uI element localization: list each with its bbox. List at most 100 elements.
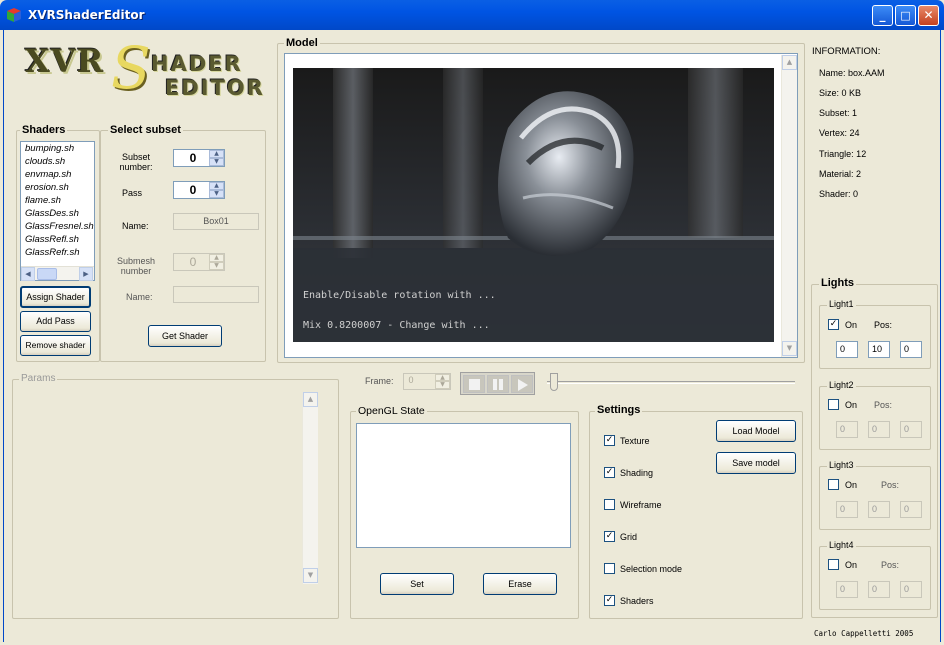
frame-slider-track[interactable] xyxy=(547,381,795,384)
light2-on-label: On xyxy=(845,400,858,410)
light2-group xyxy=(819,386,931,450)
light4-title: Light4 xyxy=(827,540,856,550)
texture-label: Texture xyxy=(620,436,650,446)
model-v-scrollbar[interactable]: ▲ ▼ xyxy=(781,55,797,357)
spin-down-icon: ▼ xyxy=(209,262,224,270)
get-shader-label: Get Shader xyxy=(161,331,209,341)
erase-label: Erase xyxy=(508,579,532,589)
list-item[interactable]: bumping.sh xyxy=(21,142,94,155)
scroll-down-button[interactable]: ▼ xyxy=(782,341,797,356)
get-shader-button[interactable]: Get Shader xyxy=(148,325,222,347)
maximize-button[interactable]: □ xyxy=(895,5,916,26)
light4-on-checkbox[interactable] xyxy=(828,559,839,570)
light1-on-checkbox[interactable]: ✓ xyxy=(828,319,839,330)
light2-on-checkbox[interactable] xyxy=(828,399,839,410)
save-model-button[interactable]: Save model xyxy=(716,452,796,474)
pause-icon xyxy=(493,379,497,390)
set-button[interactable]: Set xyxy=(380,573,454,595)
erase-button[interactable]: Erase xyxy=(483,573,557,595)
spin-down-icon[interactable]: ▼ xyxy=(209,190,224,198)
frame-slider-thumb[interactable] xyxy=(550,373,558,391)
opengl-state-title: OpenGL State xyxy=(356,405,427,417)
spin-up-icon: ▲ xyxy=(209,254,224,262)
wireframe-checkbox[interactable] xyxy=(604,499,615,510)
stop-button[interactable] xyxy=(463,375,485,393)
light4-on-label: On xyxy=(845,560,858,570)
scroll-left-button[interactable]: ◀ xyxy=(21,267,35,281)
scroll-up-button[interactable]: ▲ xyxy=(303,392,318,407)
frame-label: Frame: xyxy=(365,376,394,386)
grid-checkbox[interactable]: ✓ xyxy=(604,531,615,542)
pass-label: Pass xyxy=(122,188,143,198)
light1-pos-z[interactable]: 0 xyxy=(900,341,922,358)
spin-up-icon[interactable]: ▲ xyxy=(209,182,224,190)
logo-xvr: XVR xyxy=(25,42,105,80)
light2-pos-z: 0 xyxy=(900,421,922,438)
light3-pos-x: 0 xyxy=(836,501,858,518)
light3-on-checkbox[interactable] xyxy=(828,479,839,490)
params-v-scrollbar[interactable]: ▲ ▼ xyxy=(302,392,318,584)
light3-pos-z: 0 xyxy=(900,501,922,518)
load-model-button[interactable]: Load Model xyxy=(716,420,796,442)
title-bar[interactable]: XVRShaderEditor _ □ ✕ xyxy=(0,0,944,30)
list-item[interactable]: GlassDes.sh xyxy=(21,207,94,220)
light3-group xyxy=(819,466,931,530)
list-h-scrollbar[interactable]: ◀ ▶ xyxy=(21,266,94,281)
assign-shader-label: Assign Shader xyxy=(26,292,85,302)
logo-s: S xyxy=(111,34,151,102)
list-item[interactable]: GlassFresnel.sh xyxy=(21,220,94,233)
scroll-right-button[interactable]: ▶ xyxy=(79,267,93,281)
texture-checkbox[interactable]: ✓ xyxy=(604,435,615,446)
assign-shader-button[interactable]: Assign Shader xyxy=(20,286,91,308)
light1-pos-y[interactable]: 10 xyxy=(868,341,890,358)
scroll-down-button[interactable]: ▼ xyxy=(303,568,318,583)
app-icon xyxy=(7,8,21,22)
shaders-setting-label: Shaders xyxy=(620,596,654,606)
name-label: Name: xyxy=(122,221,149,231)
model-viewport[interactable]: Enable/Disable rotation with ... Mix 0.8… xyxy=(293,68,774,342)
add-pass-label: Add Pass xyxy=(36,316,75,326)
minimize-button[interactable]: _ xyxy=(872,5,893,26)
add-pass-button[interactable]: Add Pass xyxy=(20,311,91,332)
close-button[interactable]: ✕ xyxy=(918,5,939,26)
pass-spinner[interactable]: 0 ▲ ▼ xyxy=(173,181,225,199)
shaders-checkbox[interactable]: ✓ xyxy=(604,595,615,606)
list-item[interactable]: clouds.sh xyxy=(21,155,94,168)
light4-pos-y: 0 xyxy=(868,581,890,598)
list-item[interactable]: flame.sh xyxy=(21,194,94,207)
info-size: Size: 0 KB xyxy=(819,88,862,98)
light2-title: Light2 xyxy=(827,380,856,390)
credit-text: Carlo Cappelletti 2005 xyxy=(814,629,914,638)
pause-button[interactable] xyxy=(487,375,509,393)
scroll-thumb[interactable] xyxy=(37,268,57,280)
playback-controls xyxy=(460,372,535,395)
subset-number-value: 0 xyxy=(189,151,197,165)
info-vertex: Vertex: 24 xyxy=(819,128,860,138)
window-title: XVRShaderEditor xyxy=(28,8,145,22)
selection-mode-checkbox[interactable] xyxy=(604,563,615,574)
opengl-state-textarea[interactable] xyxy=(356,423,571,548)
spin-down-icon: ▼ xyxy=(435,381,450,389)
shading-checkbox[interactable]: ✓ xyxy=(604,467,615,478)
remove-shader-button[interactable]: Remove shader xyxy=(20,335,91,356)
list-item[interactable]: GlassRefr.sh xyxy=(21,246,94,259)
spin-up-icon: ▲ xyxy=(435,374,450,381)
play-button[interactable] xyxy=(511,375,533,393)
submesh-number-label: Submesh number xyxy=(116,256,156,276)
logo-editor: EDITOR xyxy=(165,76,265,100)
light2-pos-y: 0 xyxy=(868,421,890,438)
subset-number-spinner[interactable]: 0 ▲ ▼ xyxy=(173,149,225,167)
load-model-label: Load Model xyxy=(732,426,780,436)
list-item[interactable]: GlassRefl.sh xyxy=(21,233,94,246)
info-name: Name: box.AAM xyxy=(819,68,885,78)
light1-pos-x[interactable]: 0 xyxy=(836,341,858,358)
submesh-number-spinner: 0 ▲ ▼ xyxy=(173,253,225,271)
shader-list[interactable]: bumping.sh clouds.sh envmap.sh erosion.s… xyxy=(20,141,95,281)
list-item[interactable]: erosion.sh xyxy=(21,181,94,194)
select-subset-title: Select subset xyxy=(108,124,183,136)
light1-pos-label: Pos: xyxy=(874,320,893,330)
list-item[interactable]: envmap.sh xyxy=(21,168,94,181)
spin-down-icon[interactable]: ▼ xyxy=(209,158,224,166)
spin-up-icon[interactable]: ▲ xyxy=(209,150,224,158)
scroll-up-button[interactable]: ▲ xyxy=(782,55,797,70)
